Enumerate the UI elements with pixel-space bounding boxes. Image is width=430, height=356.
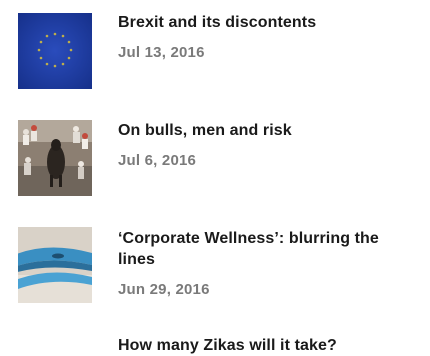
article-item-bulls[interactable]: On bulls, men and risk Jul 6, 2016 — [0, 108, 430, 208]
article-thumbnail-eu-flag[interactable] — [18, 13, 92, 89]
article-title[interactable]: How many Zikas will it take? — [118, 335, 420, 356]
article-date: Jun 29, 2016 — [118, 281, 210, 298]
eu-flag-image — [18, 13, 92, 89]
article-item-zika[interactable]: How many Zikas will it take? — [0, 324, 430, 354]
article-thumbnail-bull-run[interactable] — [18, 120, 92, 196]
article-date: Jul 13, 2016 — [118, 44, 205, 61]
article-title[interactable]: Brexit and its discontents — [118, 12, 420, 33]
article-title[interactable]: ‘Corporate Wellness’: blurring the lines — [118, 228, 420, 270]
article-title[interactable]: On bulls, men and risk — [118, 120, 420, 141]
bull-run-image — [18, 120, 92, 196]
article-thumbnail-fitness-tracker[interactable] — [18, 227, 92, 303]
article-item-brexit[interactable]: Brexit and its discontents Jul 13, 2016 — [0, 0, 430, 100]
fitness-tracker-image — [18, 227, 92, 303]
article-date: Jul 6, 2016 — [118, 152, 197, 169]
article-item-corporate-wellness[interactable]: ‘Corporate Wellness’: blurring the lines… — [0, 216, 430, 316]
